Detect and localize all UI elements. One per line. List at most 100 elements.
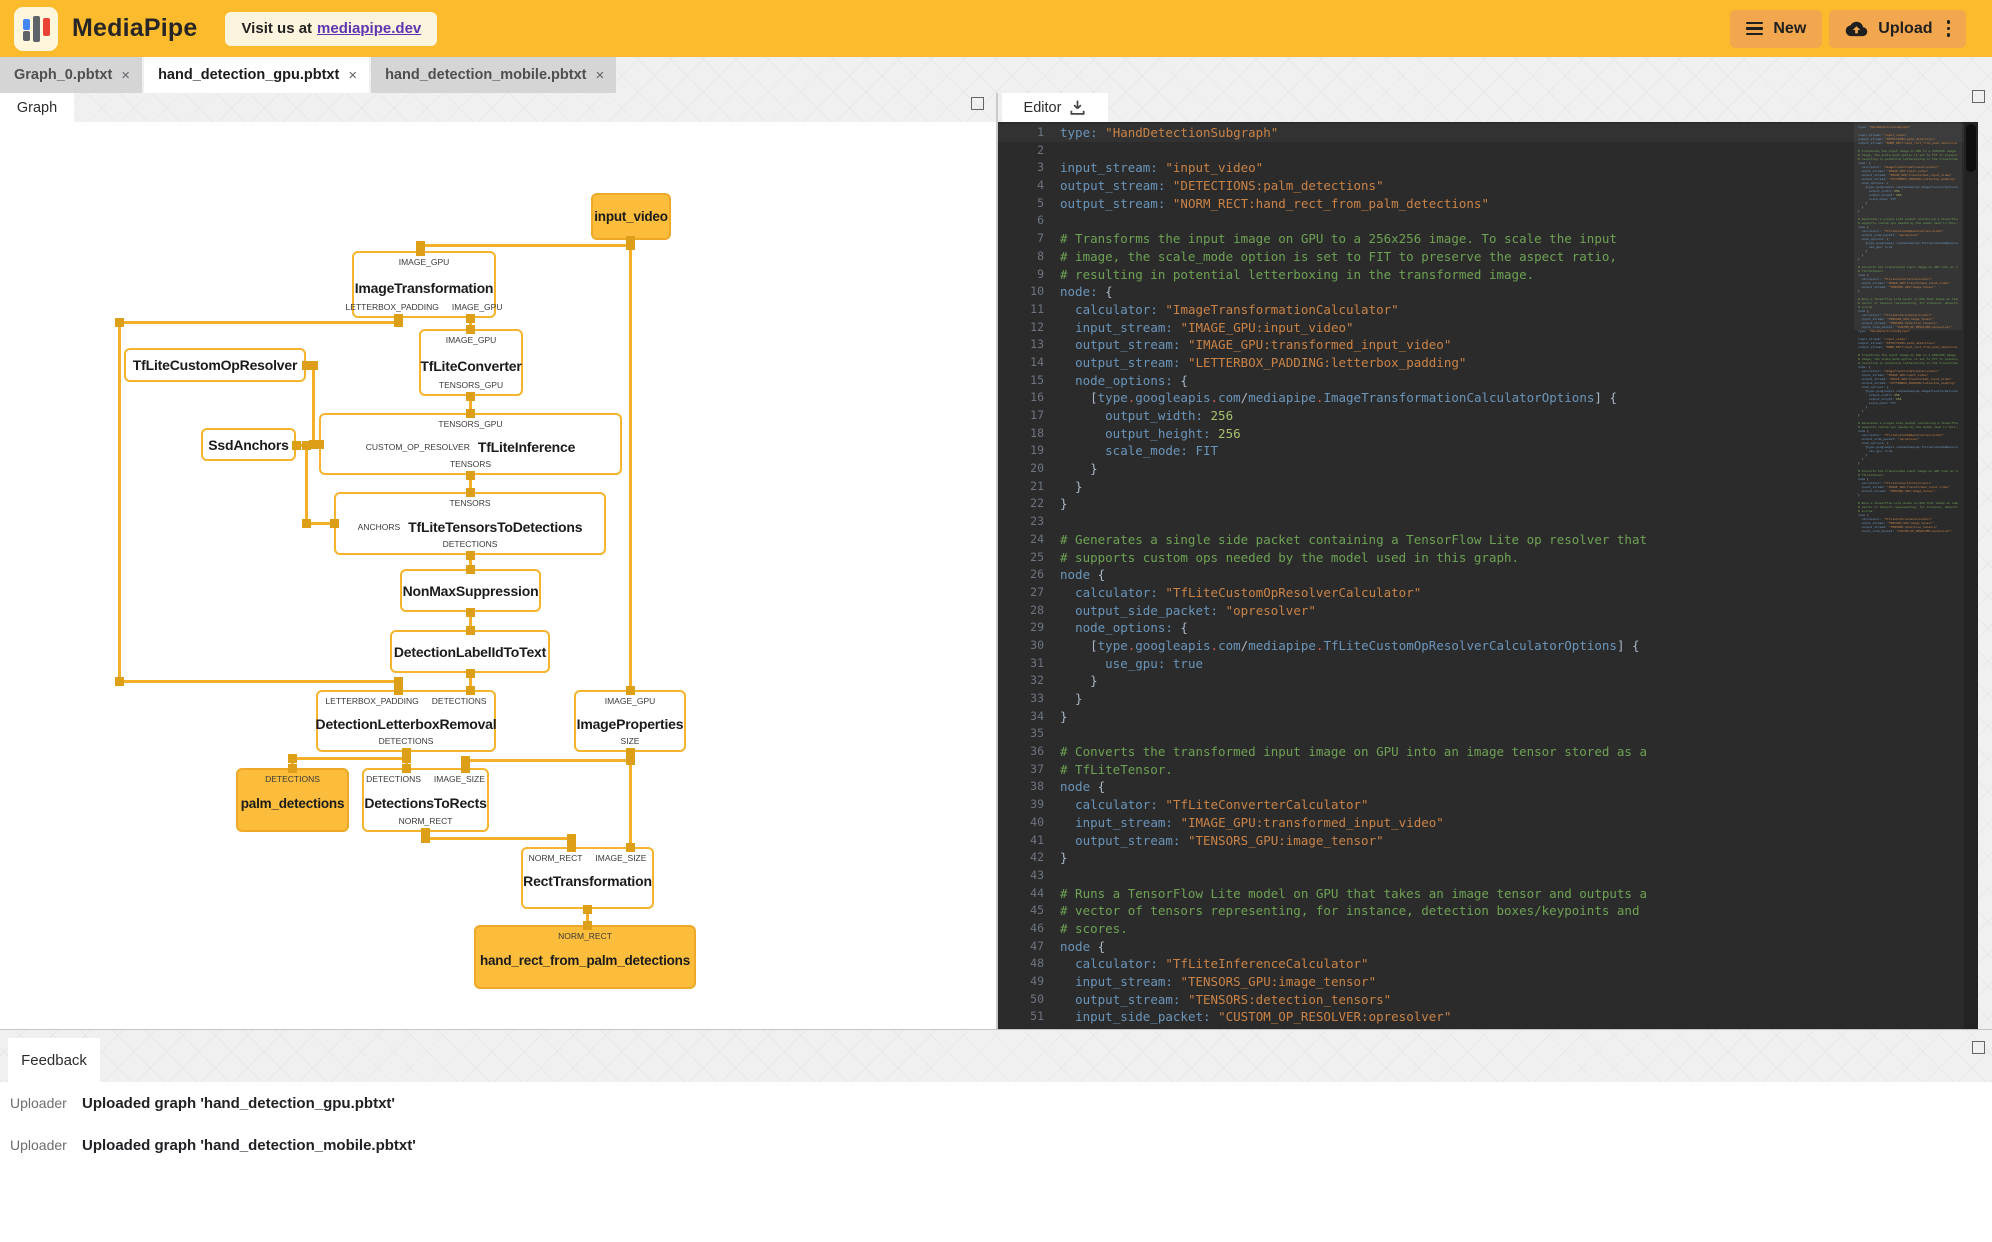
port-label: LETTERBOX_PADDING — [345, 302, 439, 312]
tab-feedback[interactable]: Feedback — [8, 1038, 100, 1082]
line-number: 5 — [1037, 195, 1044, 210]
tab-close-icon[interactable]: × — [348, 67, 357, 84]
node-input-ports: NORM_RECT — [478, 931, 692, 941]
graph-canvas[interactable]: input_video IMAGE_GPU ImageTransformation L… — [0, 122, 996, 1029]
edge-connector — [465, 550, 475, 560]
graph-node-rect-transformation[interactable]: NORM_RECT IMAGE_SIZE RectTransformation — [521, 847, 654, 909]
graph-node-ssd-anchors[interactable]: SsdAnchors — [201, 428, 296, 461]
logo-bar-red — [43, 17, 50, 36]
code-text: input_stream: "IMAGE_GPU:input_video" — [1075, 319, 1354, 335]
file-tab[interactable]: hand_detection_gpu.pbtxt × — [144, 57, 370, 93]
edge-connector — [393, 676, 403, 686]
line-number: 27 — [1030, 584, 1044, 599]
node-output-ports: LETTERBOX_PADDING IMAGE_GPU — [346, 302, 503, 312]
graph-edge — [418, 243, 632, 247]
visit-us-text: Visit us at — [241, 20, 313, 37]
port-label: IMAGE_GPU — [604, 696, 656, 706]
port-label: LETTERBOX_PADDING — [325, 696, 419, 706]
line-number: 32 — [1030, 673, 1044, 688]
minimap[interactable]: type: "HandDetectionSubgraph" input_stre… — [1858, 125, 1958, 533]
port-label: DETECTIONS — [442, 539, 498, 549]
port-label: IMAGE_GPU — [398, 257, 450, 267]
code-text: output_side_packet: "opresolver" — [1075, 602, 1316, 618]
feedback-source: Uploader — [10, 1137, 67, 1153]
graph-edge — [628, 750, 632, 849]
file-tab[interactable]: hand_detection_mobile.pbtxt × — [371, 57, 617, 93]
line-number: 9 — [1037, 266, 1044, 281]
code-line: 8 # image, the scale_mode option is set t… — [998, 248, 1978, 266]
editor-tab-label: Editor — [1023, 99, 1062, 116]
editor-panel-popout-icon[interactable] — [1972, 90, 1985, 103]
line-number: 21 — [1030, 478, 1044, 493]
node-input-ports: IMAGE_GPU — [423, 335, 519, 345]
edge-connector — [401, 763, 411, 773]
tab-close-icon[interactable]: × — [121, 67, 130, 84]
new-button[interactable]: New — [1730, 9, 1823, 48]
edge-connector — [465, 408, 475, 418]
graph-node-hand-rect-from-palm-detections[interactable]: NORM_RECT hand_rect_from_palm_detections — [474, 925, 696, 989]
line-number: 19 — [1030, 443, 1044, 458]
node-input-ports: DETECTIONS — [240, 774, 345, 784]
mediapipe-dev-link[interactable]: mediapipe.dev — [317, 20, 421, 37]
code-line: 31 use_gpu: true — [998, 655, 1978, 673]
code-line: 19 scale_mode: FIT — [998, 442, 1978, 460]
code-line: 45 # vector of tensors representing, for … — [998, 902, 1978, 920]
port-label: TENSORS — [449, 459, 492, 469]
graph-node-detection-letterbox-removal[interactable]: LETTERBOX_PADDING DETECTIONS DetectionLett… — [316, 690, 497, 752]
upload-button-label: Upload — [1878, 19, 1933, 37]
node-label: input_video — [594, 209, 668, 224]
upload-more-options-icon[interactable] — [1946, 20, 1950, 37]
tab-editor[interactable]: Editor — [1002, 93, 1108, 122]
code-editor[interactable]: 1 type: "HandDetectionSubgraph" 2 3 input_s… — [998, 122, 1978, 1029]
graph-node-non-max-suppression[interactable]: NonMaxSuppression — [400, 569, 541, 612]
edge-connector — [465, 625, 475, 635]
code-line: 16 [type.googleapis.com/mediapipe.ImageT… — [998, 389, 1978, 407]
file-tab-label: hand_detection_gpu.pbtxt — [158, 67, 340, 83]
edge-connector — [393, 685, 403, 695]
graph-edge — [304, 443, 308, 525]
app-title: MediaPipe — [72, 14, 198, 42]
feedback-tab-label: Feedback — [21, 1051, 87, 1069]
editor-scrollbar-thumb[interactable] — [1966, 124, 1976, 172]
graph-edge — [117, 320, 400, 324]
edge-connector — [582, 904, 592, 914]
tab-close-icon[interactable]: × — [596, 67, 605, 84]
graph-node-detections-to-rects[interactable]: DETECTIONS IMAGE_SIZE DetectionsToRects NOR… — [362, 768, 489, 832]
node-label: ImageTransformation — [354, 279, 494, 296]
graph-node-tflite-inference[interactable]: TENSORS_GPU CUSTOM_OP_RESOLVER TfLiteInfer… — [319, 413, 622, 475]
port-label: IMAGE_GPU — [451, 302, 503, 312]
code-text: } — [1060, 708, 1068, 724]
file-tab[interactable]: Graph_0.pbtxt × — [0, 57, 143, 93]
code-line: 15 node_options: { — [998, 372, 1978, 390]
editor-scrollbar[interactable] — [1964, 122, 1978, 1029]
code-line: 48 calculator: "TfLiteInferenceCalculato… — [998, 955, 1978, 973]
download-icon[interactable] — [1069, 99, 1086, 116]
edge-connector — [465, 470, 475, 480]
port-label: ANCHORS — [357, 521, 401, 532]
tab-graph[interactable]: Graph — [0, 93, 74, 122]
upload-button[interactable]: Upload — [1829, 9, 1966, 48]
graph-node-detection-label-id-to-text[interactable]: DetectionLabelIdToText — [390, 630, 550, 673]
code-line: 22} — [998, 495, 1978, 513]
graph-panel-popout-icon[interactable] — [971, 97, 984, 110]
code-line: 40 input_stream: "IMAGE_GPU:transformed_… — [998, 814, 1978, 832]
code-text: # vector of tensors representing, for in… — [1060, 903, 1640, 919]
edge-connector — [314, 439, 324, 449]
port-label: DETECTIONS — [378, 736, 434, 746]
graph-node-image-properties[interactable]: IMAGE_GPU ImageProperties SIZE — [574, 690, 686, 752]
graph-node-tflite-custom-op-resolver[interactable]: TfLiteCustomOpResolver — [124, 348, 306, 382]
graph-node-tflite-tensors-to-detections[interactable]: TENSORS ANCHORS TfLiteTensorsToDetections D… — [334, 492, 606, 555]
code-line: 5 output_stream: "NORM_RECT:hand_rect_fro… — [998, 195, 1978, 213]
line-number: 46 — [1030, 920, 1044, 935]
graph-node-image-transformation[interactable]: IMAGE_GPU ImageTransformation LETTERBOX_PA… — [346, 251, 503, 318]
logo-bar-gray-tall — [33, 15, 40, 42]
line-number: 44 — [1030, 885, 1044, 900]
graph-node-input-video[interactable]: input_video — [591, 193, 671, 240]
line-number: 7 — [1037, 231, 1044, 246]
graph-node-palm-detections[interactable]: DETECTIONS palm_detections — [236, 768, 349, 832]
node-label: NonMaxSuppression — [402, 582, 539, 599]
graph-node-tflite-converter[interactable]: IMAGE_GPU TfLiteConverter TENSORS_GPU — [419, 329, 523, 396]
code-line: 37 # TfLiteTensor. — [998, 761, 1978, 779]
node-label: TfLiteCustomOpResolver — [132, 357, 298, 373]
